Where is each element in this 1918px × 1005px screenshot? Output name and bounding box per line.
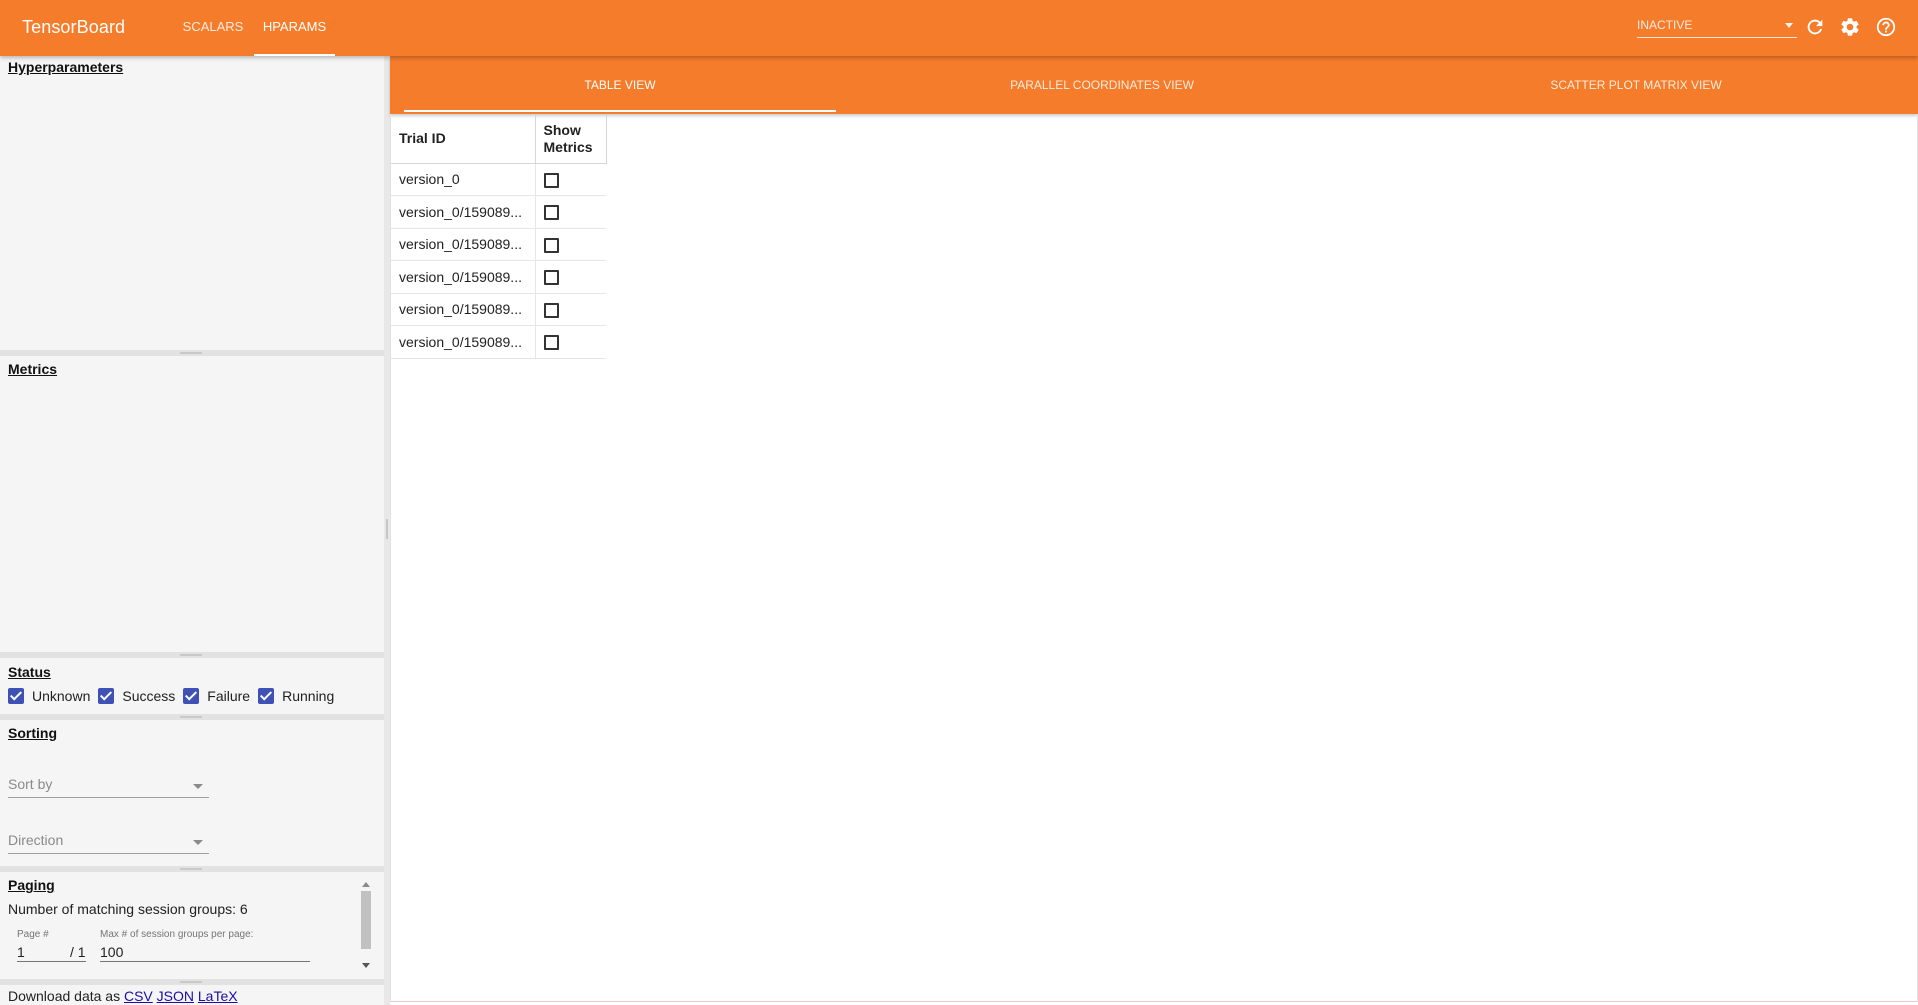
table-view-content (390, 114, 1918, 1002)
active-tab-indicator (404, 110, 836, 112)
drag-handle-icon (180, 654, 202, 656)
table-row[interactable]: version_0/159089... (391, 195, 606, 229)
status-success-label: Success (122, 688, 176, 704)
trial-id-header[interactable]: Trial ID (391, 115, 536, 164)
chevron-down-icon (193, 840, 203, 845)
download-json-link[interactable]: JSON (157, 988, 194, 1004)
scrollbar-thumb[interactable] (361, 891, 371, 949)
status-failure-checkbox[interactable] (183, 688, 200, 704)
status-failure-label: Failure (207, 688, 251, 704)
hparams-sidebar (0, 56, 384, 1005)
show-metrics-header: Show Metrics (535, 115, 607, 164)
section-resize-handle[interactable] (0, 714, 384, 720)
drag-handle-icon (180, 868, 202, 870)
max-groups-label: Max # of session groups per page: (100, 929, 254, 940)
status-filters: Unknown Success Failure Running (8, 688, 342, 704)
trial-id-cell: version_0/159089... (391, 293, 536, 326)
direction-select[interactable]: Direction (8, 828, 209, 854)
drag-handle-icon (180, 981, 202, 983)
section-resize-handle[interactable] (0, 652, 384, 658)
reload-icon[interactable] (1804, 16, 1826, 38)
help-icon[interactable] (1875, 16, 1897, 38)
table-header-row: Trial ID Show Metrics (391, 115, 607, 164)
top-toolbar: TensorBoard SCALARS HPARAMS INACTIVE (0, 0, 1918, 56)
download-data-row: Download data as CSV JSON LaTeX (8, 988, 238, 1004)
show-metrics-checkbox[interactable] (543, 205, 559, 221)
run-selector-dropdown[interactable]: INACTIVE (1637, 16, 1797, 38)
show-metrics-cell (535, 260, 606, 294)
show-metrics-cell (535, 325, 606, 359)
page-number-label: Page # (17, 929, 49, 940)
tab-table-view[interactable]: TABLE VIEW (404, 56, 836, 114)
show-metrics-cell (535, 195, 606, 229)
paging-section-title: Paging (8, 877, 55, 893)
tab-scalars[interactable]: SCALARS (174, 0, 252, 56)
trial-id-cell: version_0/159089... (391, 260, 536, 294)
section-resize-handle[interactable] (0, 350, 384, 356)
trial-id-cell: version_0 (391, 163, 536, 196)
show-metrics-checkbox[interactable] (543, 335, 559, 351)
status-section-title: Status (8, 664, 51, 680)
drag-handle-icon (386, 519, 388, 539)
main-panel: TABLE VIEW PARALLEL COORDINATES VIEW SCA… (390, 56, 1918, 1005)
show-metrics-cell (535, 293, 606, 326)
show-metrics-cell (535, 228, 606, 261)
settings-gear-icon[interactable] (1839, 16, 1861, 38)
show-metrics-checkbox[interactable] (543, 172, 559, 188)
sorting-section-title: Sorting (8, 725, 57, 741)
sessions-table: Trial ID Show Metrics version_0 version_… (391, 115, 607, 359)
section-resize-handle[interactable] (0, 866, 384, 872)
download-prefix: Download data as (8, 988, 121, 1004)
hyperparameters-section-title: Hyperparameters (8, 59, 124, 75)
download-latex-link[interactable]: LaTeX (198, 988, 238, 1004)
max-groups-input[interactable] (100, 942, 310, 962)
show-metrics-checkbox[interactable] (543, 270, 559, 286)
chevron-down-icon (193, 784, 203, 789)
section-resize-handle[interactable] (0, 979, 384, 985)
scroll-down-arrow-icon[interactable] (362, 963, 370, 968)
matching-session-groups-text: Number of matching session groups: 6 (8, 901, 248, 917)
scroll-up-arrow-icon[interactable] (362, 882, 370, 887)
sort-by-select[interactable]: Sort by (8, 772, 209, 798)
status-success-checkbox[interactable] (98, 688, 115, 704)
status-unknown-label: Unknown (32, 688, 91, 704)
table-row[interactable]: version_0 (391, 163, 606, 196)
table-row[interactable]: version_0/159089... (391, 260, 606, 294)
show-metrics-checkbox[interactable] (543, 302, 559, 318)
drag-handle-icon (180, 352, 202, 354)
sort-by-placeholder: Sort by (8, 776, 53, 792)
tab-parallel-coordinates-view[interactable]: PARALLEL COORDINATES VIEW (836, 56, 1368, 114)
show-metrics-checkbox[interactable] (543, 237, 559, 253)
run-selector-value: INACTIVE (1637, 18, 1693, 32)
trial-id-cell: version_0/159089... (391, 325, 536, 359)
paging-scrollbar[interactable] (360, 879, 374, 972)
app-title: TensorBoard (22, 17, 126, 37)
tab-scatter-plot-matrix-view[interactable]: SCATTER PLOT MATRIX VIEW (1368, 56, 1904, 114)
chevron-down-icon (1785, 23, 1793, 28)
show-metrics-cell (535, 163, 606, 196)
drag-handle-icon (180, 716, 202, 718)
download-csv-link[interactable]: CSV (124, 988, 153, 1004)
direction-placeholder: Direction (8, 832, 64, 848)
status-running-checkbox[interactable] (258, 688, 275, 704)
tab-hparams[interactable]: HPARAMS (254, 0, 335, 56)
table-row[interactable]: version_0/159089... (391, 325, 606, 359)
view-tabs-bar: TABLE VIEW PARALLEL COORDINATES VIEW SCA… (390, 56, 1918, 114)
status-running-label: Running (282, 688, 335, 704)
trial-id-cell: version_0/159089... (391, 195, 536, 229)
total-pages-text: / 1 (70, 944, 86, 960)
table-row[interactable]: version_0/159089... (391, 293, 606, 326)
trial-id-cell: version_0/159089... (391, 228, 536, 261)
table-row[interactable]: version_0/159089... (391, 228, 606, 261)
status-unknown-checkbox[interactable] (8, 688, 24, 704)
metrics-section-title: Metrics (8, 361, 58, 377)
